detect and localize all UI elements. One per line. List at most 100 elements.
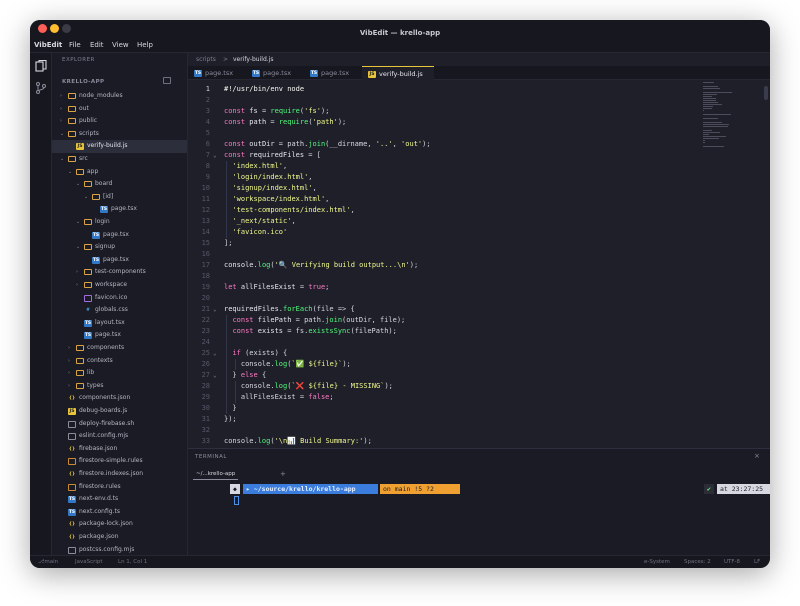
tree-item[interactable]: ⌄ src xyxy=(52,153,187,166)
tree-item[interactable]: JS debug-boards.js xyxy=(52,405,187,418)
chevron-right-icon[interactable]: › xyxy=(60,103,62,116)
tree-item[interactable]: ⌄ [id] xyxy=(52,191,187,204)
tree-item[interactable]: › contexts xyxy=(52,355,187,368)
fold-chevron-icon[interactable]: ⌄ xyxy=(213,304,217,315)
chevron-right-icon[interactable]: › xyxy=(68,355,70,368)
chevron-right-icon[interactable]: › xyxy=(68,342,70,355)
theme-indicator[interactable]: e-System xyxy=(644,556,670,568)
tree-item[interactable]: › node_modules xyxy=(52,90,187,103)
tree-item[interactable]: # globals.css xyxy=(52,304,187,317)
menu-file[interactable]: File xyxy=(69,37,81,53)
fold-chevron-icon[interactable]: ⌄ xyxy=(213,348,217,359)
branch-indicator[interactable]: ⎇ main xyxy=(38,556,58,568)
chevron-right-icon[interactable]: › xyxy=(60,90,62,103)
chevron-down-icon[interactable]: ⌄ xyxy=(84,191,88,204)
new-folder-icon[interactable] xyxy=(163,77,171,84)
source-control-icon[interactable] xyxy=(34,81,48,95)
editor-tab[interactable]: TS page.tsx xyxy=(304,66,362,80)
project-section-title[interactable]: KRELLO-APP xyxy=(62,79,104,85)
tree-item[interactable]: ⌄ board xyxy=(52,178,187,191)
chevron-right-icon[interactable]: › xyxy=(76,266,78,279)
tree-item[interactable]: {} firestore.indexes.json xyxy=(52,468,187,481)
menu-help[interactable]: Help xyxy=(137,37,153,53)
tree-item[interactable]: TS next.config.ts xyxy=(52,506,187,519)
maximize-window-button[interactable] xyxy=(62,24,71,33)
chevron-right-icon[interactable]: › xyxy=(68,380,70,393)
tree-item[interactable]: {} package.json xyxy=(52,531,187,544)
editor-tab[interactable]: TS page.tsx xyxy=(246,66,304,80)
tree-item[interactable]: ⌄ signup xyxy=(52,241,187,254)
explorer-icon[interactable] xyxy=(34,59,48,73)
tree-item[interactable]: ⌄ scripts xyxy=(52,128,187,141)
code-token: allFilesExist xyxy=(240,283,296,291)
menu-edit[interactable]: Edit xyxy=(90,37,104,53)
chevron-down-icon[interactable]: ⌄ xyxy=(76,241,80,254)
tree-item[interactable]: TS page.tsx xyxy=(52,203,187,216)
menu-view[interactable]: View xyxy=(112,37,129,53)
code-line: 4 const path = require('path'); xyxy=(188,117,708,128)
tree-item[interactable]: ⌄ app xyxy=(52,166,187,179)
cursor-position[interactable]: Ln 1, Col 1 xyxy=(118,556,147,568)
breadcrumb-folder[interactable]: scripts xyxy=(196,53,216,66)
close-window-button[interactable] xyxy=(38,24,47,33)
line-number: 20 xyxy=(201,294,210,302)
line-number: 29 xyxy=(201,393,210,401)
breadcrumb-file[interactable]: verify-build.js xyxy=(233,53,273,66)
tree-item[interactable]: {} components.json xyxy=(52,392,187,405)
chevron-right-icon[interactable]: › xyxy=(76,279,78,292)
code-token: , xyxy=(308,173,313,181)
terminal-tab[interactable]: ~/...krello-app xyxy=(193,468,239,480)
tree-item[interactable]: TS page.tsx xyxy=(52,329,187,342)
tree-item[interactable]: postcss.config.mjs xyxy=(52,544,187,555)
tree-item[interactable]: {} package-lock.json xyxy=(52,518,187,531)
tree-item-label: out xyxy=(79,104,89,112)
tree-item[interactable]: deploy-firebase.sh xyxy=(52,418,187,431)
terminal-cursor xyxy=(234,496,239,505)
chevron-down-icon[interactable]: ⌄ xyxy=(60,153,64,166)
tree-item[interactable]: JS verify-build.js xyxy=(52,140,187,153)
tree-item[interactable]: TS page.tsx xyxy=(52,254,187,267)
code-token: (file => { xyxy=(312,305,355,313)
tree-item[interactable]: firestore-simple.rules xyxy=(52,455,187,468)
tree-item[interactable]: › components xyxy=(52,342,187,355)
language-mode[interactable]: JavaScript xyxy=(75,556,103,568)
tree-item[interactable]: {} firebase.json xyxy=(52,443,187,456)
chevron-down-icon[interactable]: ⌄ xyxy=(68,166,72,179)
tree-item[interactable]: › types xyxy=(52,380,187,393)
minimap[interactable] xyxy=(703,82,743,172)
code-editor[interactable]: 1 #!/usr/bin/env node 2 3 const fs = require… xyxy=(188,82,770,448)
minimize-window-button[interactable] xyxy=(50,24,59,33)
new-terminal-button[interactable]: + xyxy=(280,468,286,480)
tree-item[interactable]: firestore.rules xyxy=(52,481,187,494)
editor-tab[interactable]: JS verify-build.js xyxy=(362,66,434,80)
eol-indicator[interactable]: LF xyxy=(754,556,760,568)
app-menu[interactable]: VibEdit xyxy=(34,37,62,53)
tree-item[interactable]: ⌄ login xyxy=(52,216,187,229)
chevron-down-icon[interactable]: ⌄ xyxy=(76,216,80,229)
fold-chevron-icon[interactable]: ⌄ xyxy=(213,150,217,161)
tree-item[interactable]: eslint.config.mjs xyxy=(52,430,187,443)
tree-item[interactable]: › public xyxy=(52,115,187,128)
tree-item-label: types xyxy=(87,381,104,389)
close-terminal-icon[interactable]: × xyxy=(754,452,760,460)
tree-item[interactable]: TS next-env.d.ts xyxy=(52,493,187,506)
tree-item[interactable]: › workspace xyxy=(52,279,187,292)
fold-chevron-icon[interactable]: ⌄ xyxy=(213,370,217,381)
chevron-right-icon[interactable]: › xyxy=(60,115,62,128)
code-line: 32 xyxy=(188,425,708,436)
tree-item[interactable]: › test-components xyxy=(52,266,187,279)
chevron-down-icon[interactable]: ⌄ xyxy=(76,178,80,191)
indent-indicator[interactable]: Spaces: 2 xyxy=(684,556,711,568)
editor-tab[interactable]: TS page.tsx xyxy=(188,66,246,80)
code-token: = fs. xyxy=(283,327,309,335)
chevron-right-icon[interactable]: › xyxy=(68,367,70,380)
tree-item[interactable]: favicon.ico xyxy=(52,292,187,305)
chevron-down-icon[interactable]: ⌄ xyxy=(60,128,64,141)
code-line: 7 ⌄ const requiredFiles = [ xyxy=(188,150,708,161)
tree-item[interactable]: › lib xyxy=(52,367,187,380)
tree-item[interactable]: › out xyxy=(52,103,187,116)
encoding-indicator[interactable]: UTF-8 xyxy=(724,556,740,568)
tree-item[interactable]: TS page.tsx xyxy=(52,229,187,242)
editor-scrollbar[interactable] xyxy=(764,86,768,100)
tree-item[interactable]: TS layout.tsx xyxy=(52,317,187,330)
